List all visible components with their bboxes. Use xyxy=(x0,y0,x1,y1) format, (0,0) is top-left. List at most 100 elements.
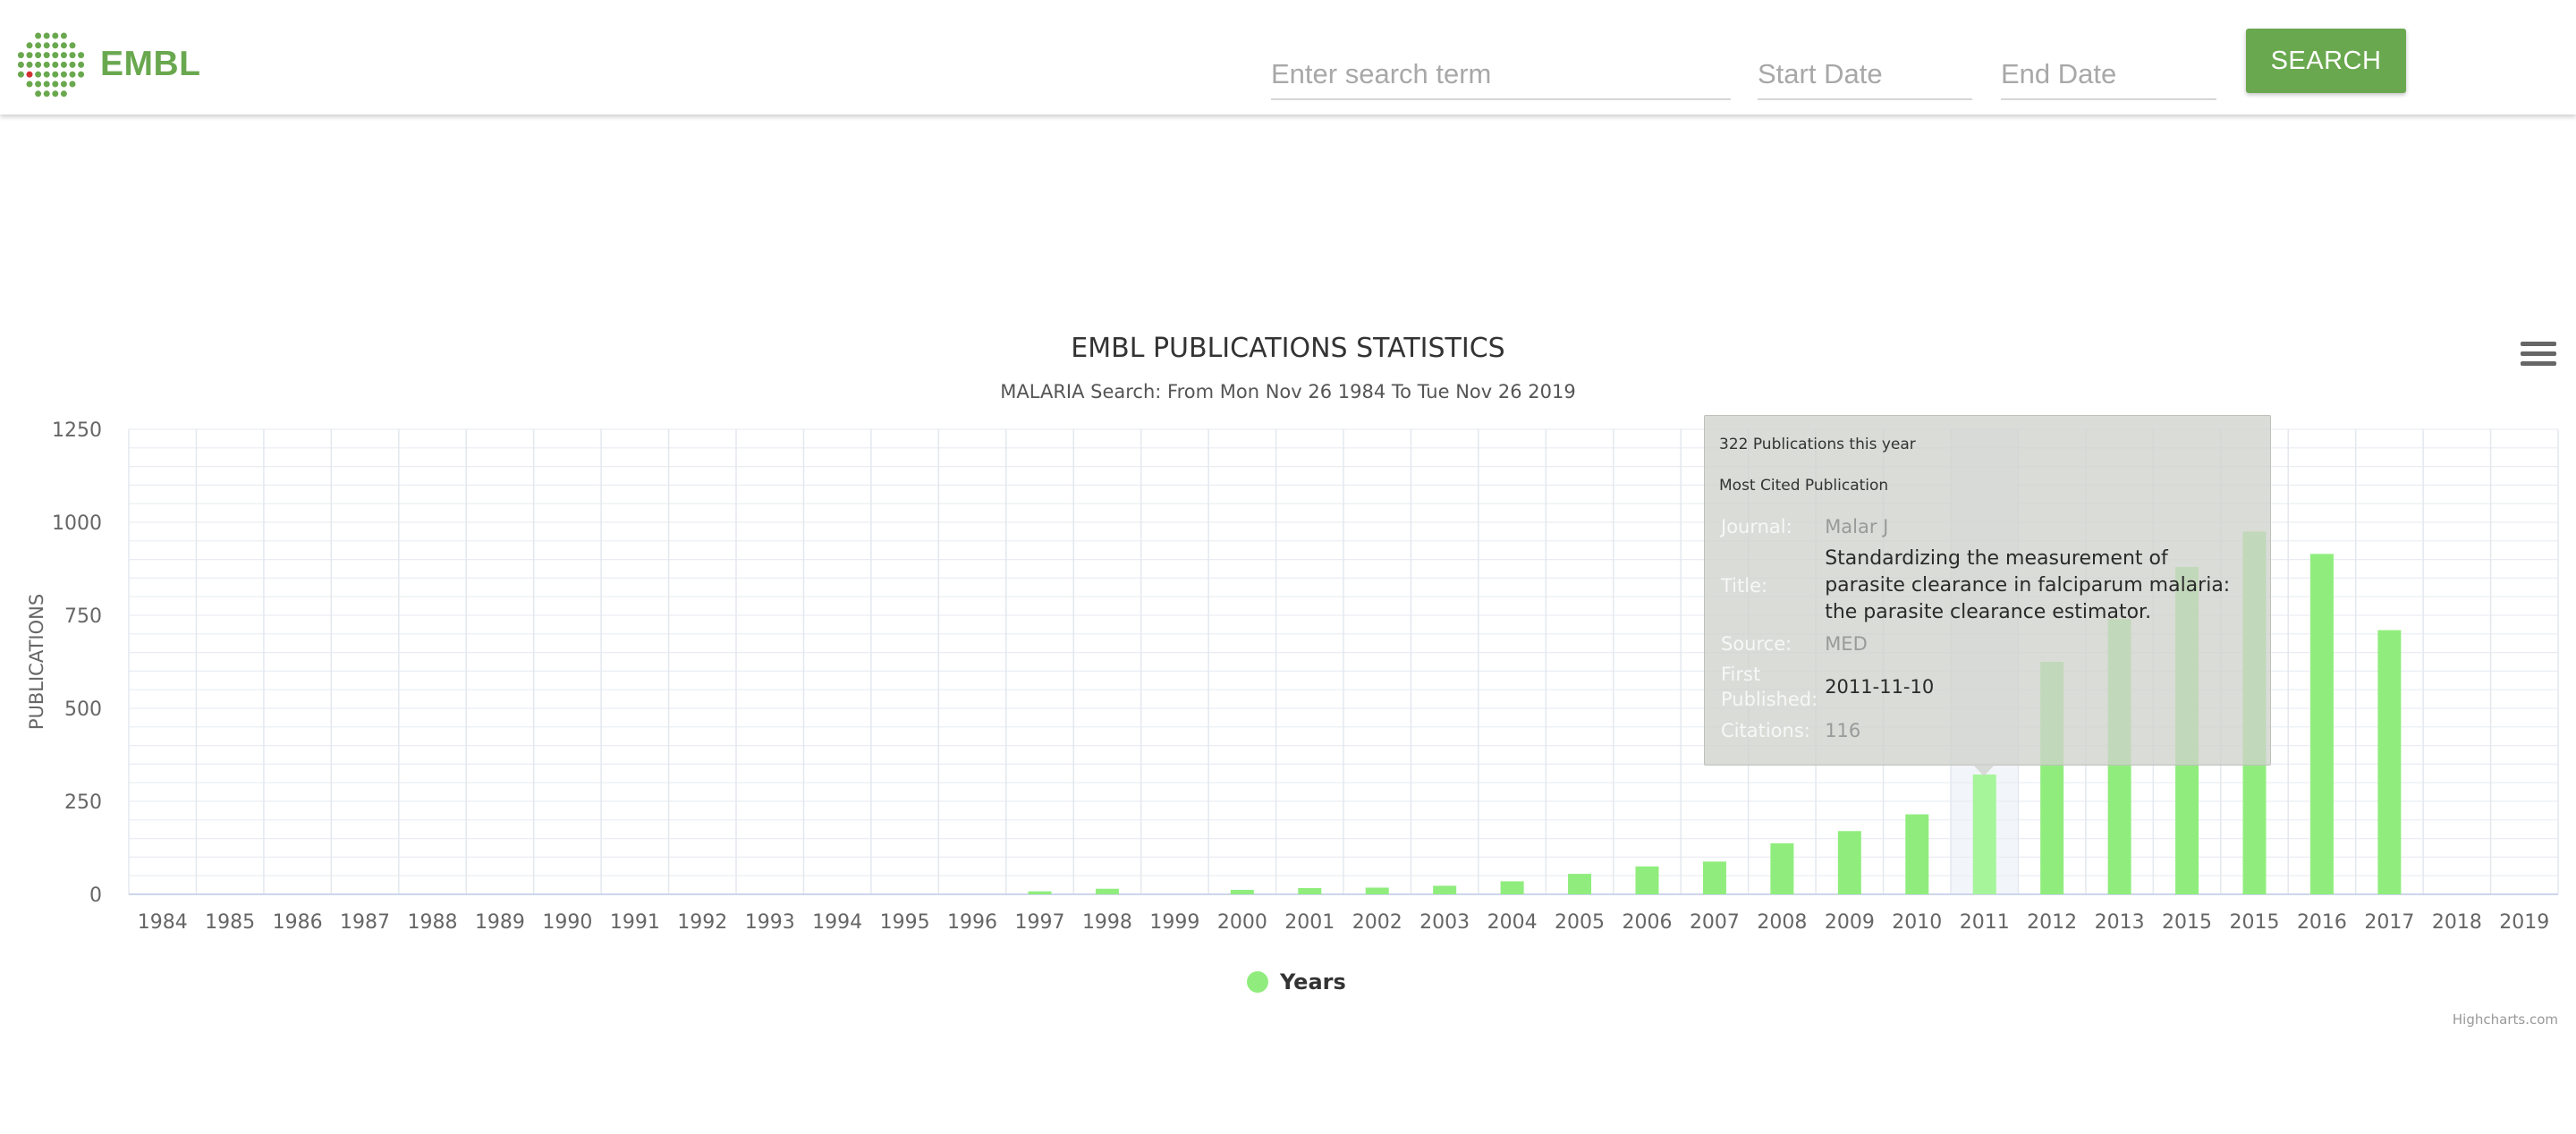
logo-dot xyxy=(17,52,24,59)
x-tick-label: 2002 xyxy=(1352,911,1402,934)
logo-dot xyxy=(43,71,50,78)
logo-dot xyxy=(60,61,67,68)
first-published-value: 2011-11-10 xyxy=(1825,676,1935,698)
bar-2000[interactable] xyxy=(1230,890,1254,894)
bar-2011[interactable] xyxy=(1972,774,1996,894)
bar-2005[interactable] xyxy=(1568,874,1592,894)
logo-dot xyxy=(52,61,59,68)
logo-dot xyxy=(60,42,67,49)
bar-1998[interactable] xyxy=(1095,888,1119,894)
logo-dot xyxy=(69,61,76,68)
x-tick-label: 1990 xyxy=(542,911,592,934)
logo-dot xyxy=(17,61,24,68)
x-tick-label: 2012 xyxy=(2027,911,2077,934)
logo-dot xyxy=(26,42,33,49)
logo-dot xyxy=(52,80,59,88)
bar-2003[interactable] xyxy=(1433,885,1457,894)
bar-2009[interactable] xyxy=(1837,831,1861,894)
x-tick-label: 1993 xyxy=(745,911,795,934)
x-tick-label: 2005 xyxy=(1555,911,1605,934)
logo-dot xyxy=(35,42,42,49)
hamburger-menu-icon[interactable] xyxy=(2521,342,2556,374)
x-tick-label: 2016 xyxy=(2297,911,2347,934)
source-value: MED xyxy=(1825,633,1868,655)
logo-dot xyxy=(26,80,33,88)
bar-2017[interactable] xyxy=(2377,630,2402,894)
x-tick-label: 1994 xyxy=(812,911,862,934)
bar-2004[interactable] xyxy=(1500,881,1524,894)
y-tick-label: 750 xyxy=(64,605,102,628)
logo-dot xyxy=(26,61,33,68)
x-tick-label: 1995 xyxy=(880,911,930,934)
logo-dot xyxy=(60,71,67,78)
logo-dot xyxy=(43,90,50,97)
legend[interactable]: Years xyxy=(1247,969,1346,994)
y-axis-ticks: 0 250 500 750 1000 1250 xyxy=(52,419,102,907)
logo-dot xyxy=(60,32,67,39)
x-tick-label: 2009 xyxy=(1825,911,1875,934)
y-tick-label: 0 xyxy=(89,884,102,907)
tooltip-details: Journal: Malar J Title: Standardizing th… xyxy=(1717,511,2249,747)
logo-dot xyxy=(60,52,67,59)
x-tick-label: 2017 xyxy=(2364,911,2414,934)
logo-dot xyxy=(78,61,85,68)
bar-2016[interactable] xyxy=(2309,554,2334,894)
x-tick-label: 2008 xyxy=(1757,911,1807,934)
x-tick-label: 2015 xyxy=(2230,911,2280,934)
legend-marker[interactable] xyxy=(1247,971,1268,993)
bar-2006[interactable] xyxy=(1635,866,1659,894)
x-tick-label: 1985 xyxy=(205,911,255,934)
end-date-input[interactable] xyxy=(2001,50,2216,100)
bar-2002[interactable] xyxy=(1365,887,1389,894)
start-date-input[interactable] xyxy=(1758,50,1972,100)
x-tick-label: 2010 xyxy=(1892,911,1942,934)
x-tick-label: 1989 xyxy=(475,911,525,934)
x-tick-label: 2004 xyxy=(1487,911,1538,934)
logo-dot xyxy=(69,80,76,88)
tooltip-arrow xyxy=(1972,764,1996,776)
brand-name[interactable]: EMBL xyxy=(100,45,201,84)
search-button[interactable]: SEARCH xyxy=(2246,29,2406,93)
legend-label[interactable]: Years xyxy=(1279,969,1346,994)
logo-dot xyxy=(43,42,50,49)
logo-dot xyxy=(69,52,76,59)
x-tick-label: 1984 xyxy=(138,911,188,934)
logo-dot xyxy=(26,71,33,78)
logo-dot xyxy=(52,32,59,39)
bar-2007[interactable] xyxy=(1702,861,1726,894)
journal-value: Malar J xyxy=(1825,516,1889,537)
bar-1997[interactable] xyxy=(1028,891,1052,894)
logo-dot xyxy=(69,71,76,78)
title-value: Standardizing the measurement of parasit… xyxy=(1825,547,2231,623)
bar-2010[interactable] xyxy=(1905,814,1929,894)
logo-dot xyxy=(43,52,50,59)
embl-logo-icon[interactable] xyxy=(14,30,88,100)
logo-dot xyxy=(35,52,42,59)
logo-dot xyxy=(43,80,50,88)
logo-dot xyxy=(35,61,42,68)
x-tick-label: 2000 xyxy=(1217,911,1267,934)
x-tick-label: 1991 xyxy=(610,911,660,934)
y-axis-label: PUBLICATIONS xyxy=(26,594,47,730)
logo-dot xyxy=(43,61,50,68)
logo-dot xyxy=(52,71,59,78)
x-tick-label: 1987 xyxy=(340,911,390,934)
citations-key: Citations: xyxy=(1721,720,1810,741)
citations-value: 116 xyxy=(1825,720,1861,741)
y-tick-label: 500 xyxy=(64,698,102,721)
logo-dot xyxy=(35,32,42,39)
logo-dot xyxy=(17,71,24,78)
tooltip-headline: 322 Publications this year xyxy=(1719,436,1916,453)
search-input[interactable] xyxy=(1271,50,1731,100)
x-tick-label: 1997 xyxy=(1015,911,1065,934)
credits-link[interactable]: Highcharts.com xyxy=(2453,1011,2558,1028)
chart-tooltip: 322 Publications this year Most Cited Pu… xyxy=(1704,415,2271,766)
bar-2008[interactable] xyxy=(1770,843,1794,894)
logo-dot xyxy=(78,52,85,59)
logo-dot xyxy=(35,90,42,97)
chart-subtitle: MALARIA Search: From Mon Nov 26 1984 To … xyxy=(1000,381,1575,402)
menu-line xyxy=(2521,351,2556,356)
y-tick-label: 1250 xyxy=(52,419,102,442)
bar-2001[interactable] xyxy=(1298,887,1322,894)
x-tick-label: 2015 xyxy=(2162,911,2212,934)
